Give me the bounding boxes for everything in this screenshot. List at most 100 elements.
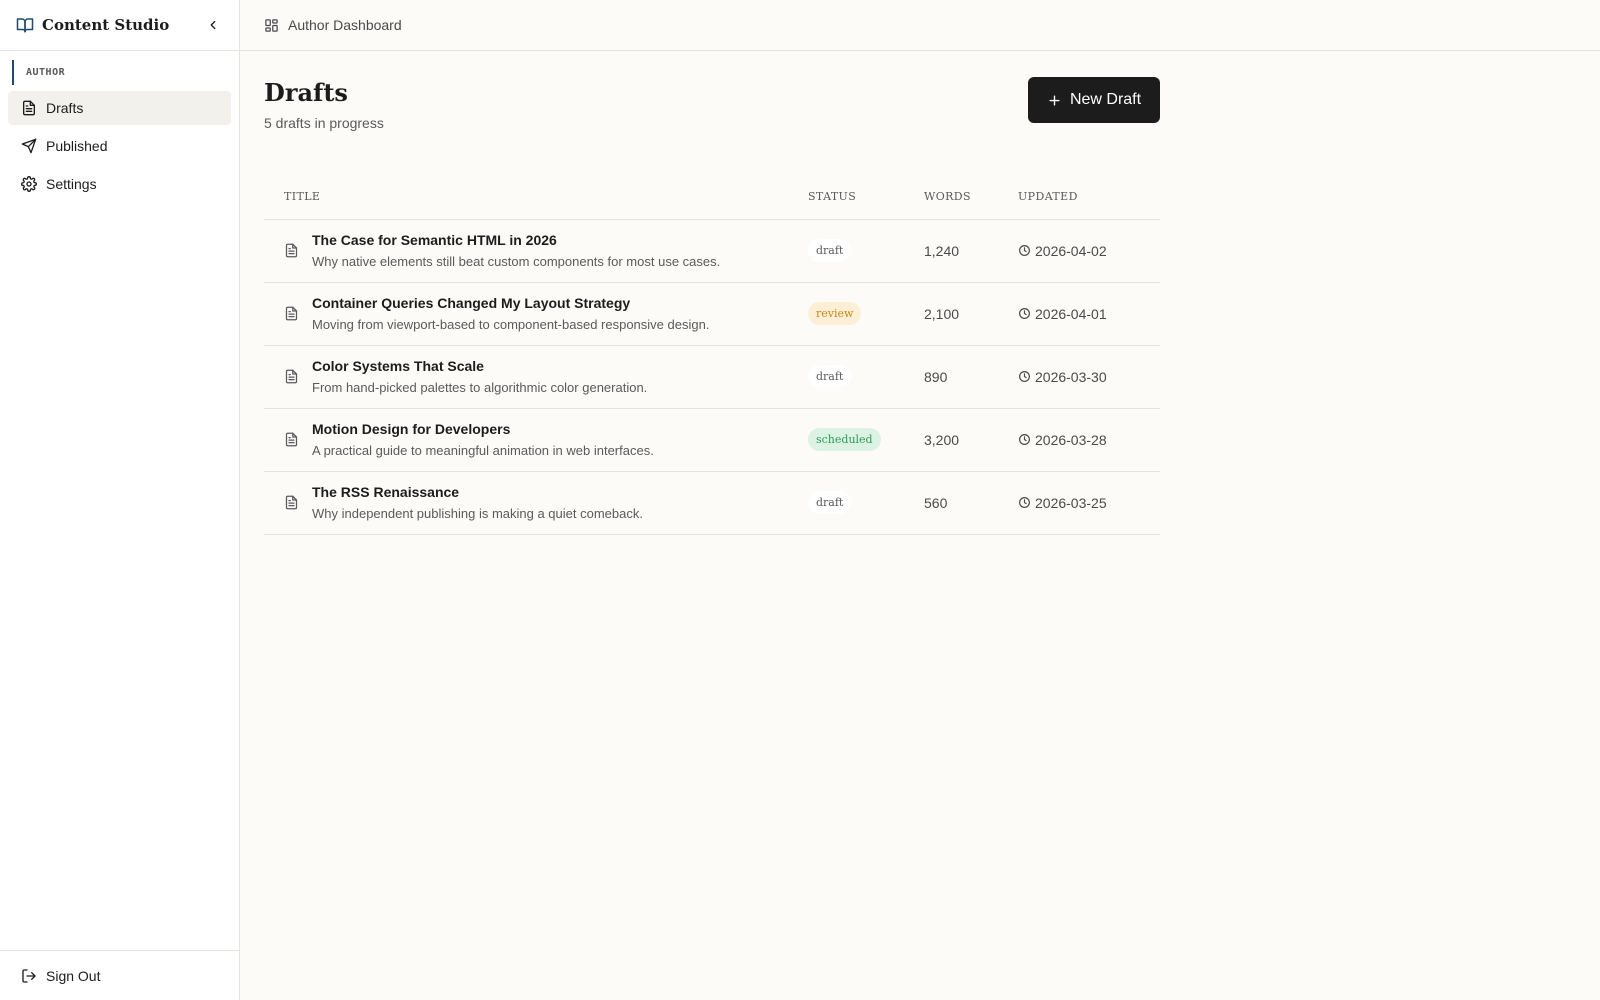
updated-wrap: 2026-04-02 xyxy=(1018,243,1160,259)
gear-icon xyxy=(21,176,37,192)
page-header: Drafts 5 drafts in progress New Draft xyxy=(264,51,1160,174)
table-header-row: TITLE STATUS WORDS UPDATED xyxy=(264,174,1160,220)
document-icon xyxy=(21,100,37,116)
sidebar-item-label: Drafts xyxy=(46,100,84,116)
column-header-title[interactable]: TITLE xyxy=(264,174,808,220)
cell-status: draft xyxy=(808,219,924,283)
collapse-sidebar-button[interactable] xyxy=(203,15,223,35)
title-block: The RSS Renaissance Why independent publ… xyxy=(312,484,643,521)
app-name: Content Studio xyxy=(42,16,170,34)
clock-icon xyxy=(1018,433,1031,446)
breadcrumb: Author Dashboard xyxy=(288,17,402,33)
sidebar-item-label: Published xyxy=(46,138,108,154)
table-row[interactable]: Motion Design for Developers A practical… xyxy=(264,408,1160,472)
draft-title[interactable]: Motion Design for Developers xyxy=(312,421,654,437)
send-icon xyxy=(21,138,37,154)
draft-description: Why native elements still beat custom co… xyxy=(312,254,721,269)
document-icon xyxy=(284,432,300,448)
title-block: The Case for Semantic HTML in 2026 Why n… xyxy=(312,232,720,269)
cell-words: 2,100 xyxy=(924,282,1018,346)
book-icon xyxy=(16,16,34,34)
new-draft-label: New Draft xyxy=(1069,91,1142,108)
title-wrap: The RSS Renaissance Why independent publ… xyxy=(284,484,808,521)
drafts-table: TITLE STATUS WORDS UPDATED The Case for … xyxy=(264,174,1160,535)
cell-title: Color Systems That Scale From hand-picke… xyxy=(264,345,808,409)
cell-updated: 2026-03-28 xyxy=(1018,408,1160,472)
updated-date: 2026-03-30 xyxy=(1035,368,1107,385)
status-badge: draft xyxy=(808,491,852,514)
status-badge: scheduled xyxy=(808,428,881,451)
status-badge: review xyxy=(808,302,862,325)
clock-icon xyxy=(1018,370,1031,383)
table-row[interactable]: Container Queries Changed My Layout Stra… xyxy=(264,282,1160,346)
status-badge: draft xyxy=(808,365,852,388)
title-wrap: Motion Design for Developers A practical… xyxy=(284,421,808,458)
document-icon xyxy=(284,243,300,259)
updated-date: 2026-03-25 xyxy=(1035,494,1107,511)
sidebar-item-published[interactable]: Published xyxy=(8,129,231,163)
page-subtitle: 5 drafts in progress xyxy=(264,115,384,131)
document-icon xyxy=(284,495,300,511)
draft-description: Moving from viewport-based to component-… xyxy=(312,317,710,332)
draft-description: A practical guide to meaningful animatio… xyxy=(312,443,654,458)
document-icon xyxy=(284,369,300,385)
clock-icon xyxy=(1018,244,1031,257)
draft-title[interactable]: Container Queries Changed My Layout Stra… xyxy=(312,295,709,311)
title-block: Color Systems That Scale From hand-picke… xyxy=(312,358,647,395)
sidebar-item-drafts[interactable]: Drafts xyxy=(8,91,231,125)
updated-wrap: 2026-03-25 xyxy=(1018,495,1160,511)
status-badge: draft xyxy=(808,239,852,262)
sign-out-label: Sign Out xyxy=(46,967,101,984)
main-content: Drafts 5 drafts in progress New Draft TI… xyxy=(264,51,1160,535)
draft-title[interactable]: Color Systems That Scale xyxy=(312,358,647,374)
document-icon xyxy=(284,306,300,322)
sidebar-item-settings[interactable]: Settings xyxy=(8,167,231,201)
cell-title: The Case for Semantic HTML in 2026 Why n… xyxy=(264,219,808,283)
updated-date: 2026-04-01 xyxy=(1035,305,1107,322)
updated-wrap: 2026-04-01 xyxy=(1018,306,1160,322)
updated-date: 2026-04-02 xyxy=(1035,242,1107,259)
title-block: Motion Design for Developers A practical… xyxy=(312,421,654,458)
cell-title: The RSS Renaissance Why independent publ… xyxy=(264,471,808,535)
cell-title: Motion Design for Developers A practical… xyxy=(264,408,808,472)
table-row[interactable]: Color Systems That Scale From hand-picke… xyxy=(264,345,1160,409)
cell-status: draft xyxy=(808,345,924,409)
column-header-updated[interactable]: UPDATED xyxy=(1018,174,1160,220)
sidebar-item-label: Settings xyxy=(46,176,97,192)
draft-description: From hand-picked palettes to algorithmic… xyxy=(312,380,648,395)
sign-out-button[interactable]: Sign Out xyxy=(0,950,239,1000)
cell-words: 560 xyxy=(924,471,1018,535)
table-row[interactable]: The RSS Renaissance Why independent publ… xyxy=(264,471,1160,535)
sidebar: Content Studio AUTHOR Drafts Published S… xyxy=(0,0,240,1000)
sidebar-section-label: AUTHOR xyxy=(12,60,239,85)
topbar: Author Dashboard xyxy=(240,0,1600,51)
draft-title[interactable]: The Case for Semantic HTML in 2026 xyxy=(312,232,720,248)
cell-updated: 2026-04-01 xyxy=(1018,282,1160,346)
clock-icon xyxy=(1018,307,1031,320)
brand-header: Content Studio xyxy=(0,0,239,51)
new-draft-button[interactable]: New Draft xyxy=(1028,77,1160,123)
column-header-status[interactable]: STATUS xyxy=(808,174,924,220)
cell-updated: 2026-03-30 xyxy=(1018,345,1160,409)
draft-description: Why independent publishing is making a q… xyxy=(312,506,643,521)
dashboard-icon xyxy=(264,17,280,33)
log-out-icon xyxy=(21,968,37,984)
cell-updated: 2026-04-02 xyxy=(1018,219,1160,283)
plus-icon xyxy=(1047,93,1062,108)
table-row[interactable]: The Case for Semantic HTML in 2026 Why n… xyxy=(264,219,1160,283)
cell-status: draft xyxy=(808,471,924,535)
cell-status: scheduled xyxy=(808,408,924,472)
cell-title: Container Queries Changed My Layout Stra… xyxy=(264,282,808,346)
title-block: Container Queries Changed My Layout Stra… xyxy=(312,295,709,332)
draft-title[interactable]: The RSS Renaissance xyxy=(312,484,643,500)
column-header-words[interactable]: WORDS xyxy=(924,174,1018,220)
cell-words: 890 xyxy=(924,345,1018,409)
updated-date: 2026-03-28 xyxy=(1035,431,1107,448)
page-title: Drafts xyxy=(264,78,348,107)
title-wrap: Container Queries Changed My Layout Stra… xyxy=(284,295,808,332)
cell-status: review xyxy=(808,282,924,346)
title-wrap: The Case for Semantic HTML in 2026 Why n… xyxy=(284,232,808,269)
cell-words: 1,240 xyxy=(924,219,1018,283)
chevron-left-icon xyxy=(210,20,216,30)
updated-wrap: 2026-03-28 xyxy=(1018,432,1160,448)
